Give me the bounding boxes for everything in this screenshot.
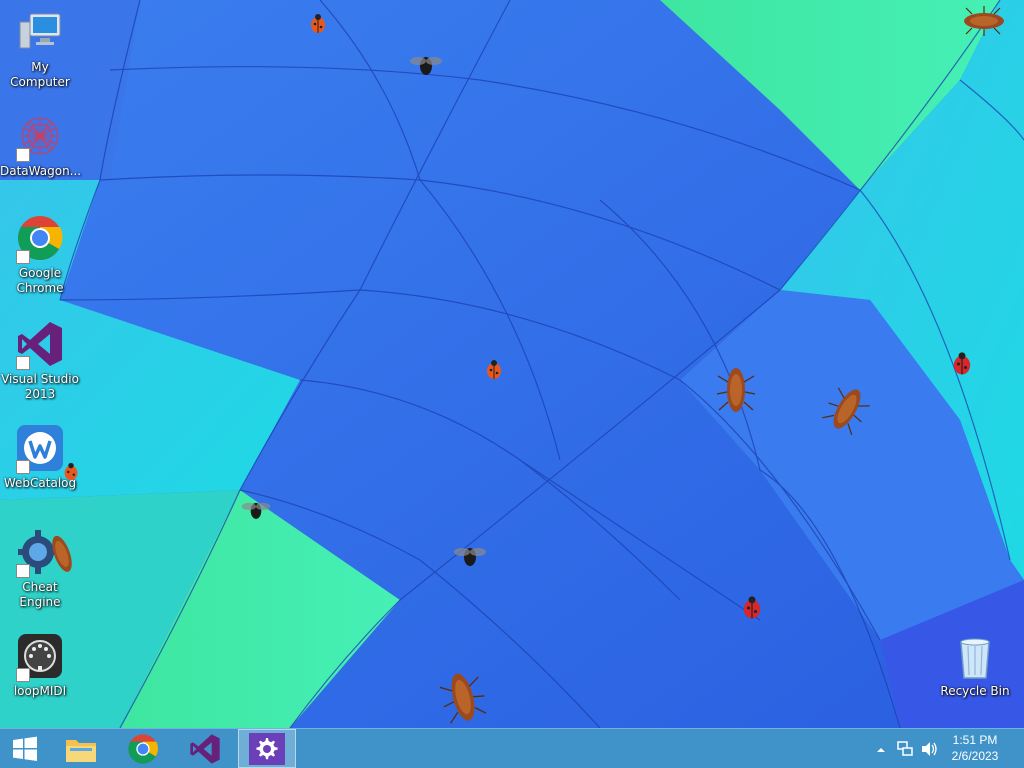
desktop-icon-recycle-bin[interactable]: Recycle Bin [935,632,1015,699]
shortcut-arrow-icon [16,460,30,474]
chrome-icon [16,214,64,264]
datawagon-icon [16,112,64,162]
fly-icon [454,548,486,566]
computer-icon [16,8,64,56]
windows-logo-icon [13,736,37,761]
taskbar-chrome[interactable] [118,729,168,768]
cockroach-icon [440,673,486,724]
desktop-icon-visual-studio[interactable]: Visual Studio 2013 [0,320,80,402]
recycle-bin-icon [951,632,999,680]
taskbar-settings[interactable] [238,729,296,768]
cockroach-icon [822,387,870,436]
visual-studio-icon [16,320,64,370]
loopmidi-icon [16,632,64,682]
system-clock[interactable]: 1:51 PM 2/6/2023 [940,732,1010,764]
gear-icon [249,732,285,765]
desktop-icon-label: My Computer [10,60,70,89]
taskbar-file-explorer[interactable] [56,729,106,768]
taskbar: 1:51 PM 2/6/2023 [0,728,1024,768]
start-button[interactable] [0,729,50,768]
folder-icon [66,739,96,762]
cockroach-icon [964,6,1004,36]
desktop-icon-loopmidi[interactable]: loopMIDI [0,632,80,699]
desktop-icon-google-chrome[interactable]: Google Chrome [0,214,80,296]
clock-date: 2/6/2023 [951,749,999,763]
desktop-icon-label: loopMIDI [13,684,67,698]
ladybug-icon [487,360,501,379]
taskbar-visual-studio[interactable] [180,729,230,768]
desktop-icon-label: Google Chrome [16,266,64,295]
ladybug-icon [311,14,325,33]
volume-icon[interactable] [921,741,939,761]
desktop-icon-datawagon[interactable]: DataWagon... [0,112,82,179]
fly-icon [241,502,271,519]
wallpaper [0,0,1024,728]
shortcut-arrow-icon [16,668,30,682]
fly-icon [410,57,442,75]
chrome-icon [128,733,158,764]
desktop-icon-my-computer[interactable]: My Computer [0,8,80,90]
desktop-icon-label: DataWagon... [0,164,82,178]
visual-studio-icon [190,733,220,764]
desktop-icon-label: Cheat Engine [19,580,61,609]
ladybug-icon [743,596,761,619]
chevron-up-icon[interactable] [876,741,886,760]
webcatalog-icon [16,424,64,474]
ladybug-icon [64,462,78,481]
desktop-icon-label: Recycle Bin [940,684,1010,698]
shortcut-arrow-icon [16,564,30,578]
ladybug-icon [953,352,971,375]
clock-time: 1:51 PM [952,733,998,747]
network-icon[interactable] [897,741,913,761]
shortcut-arrow-icon [16,250,30,264]
desktop[interactable]: My Computer DataWagon... Google Chrome V… [0,0,1024,728]
desktop-icon-label: Visual Studio 2013 [1,372,79,401]
cockroach-icon [716,368,756,412]
shortcut-arrow-icon [16,148,30,162]
cockroach-icon [52,535,72,572]
shortcut-arrow-icon [16,356,30,370]
